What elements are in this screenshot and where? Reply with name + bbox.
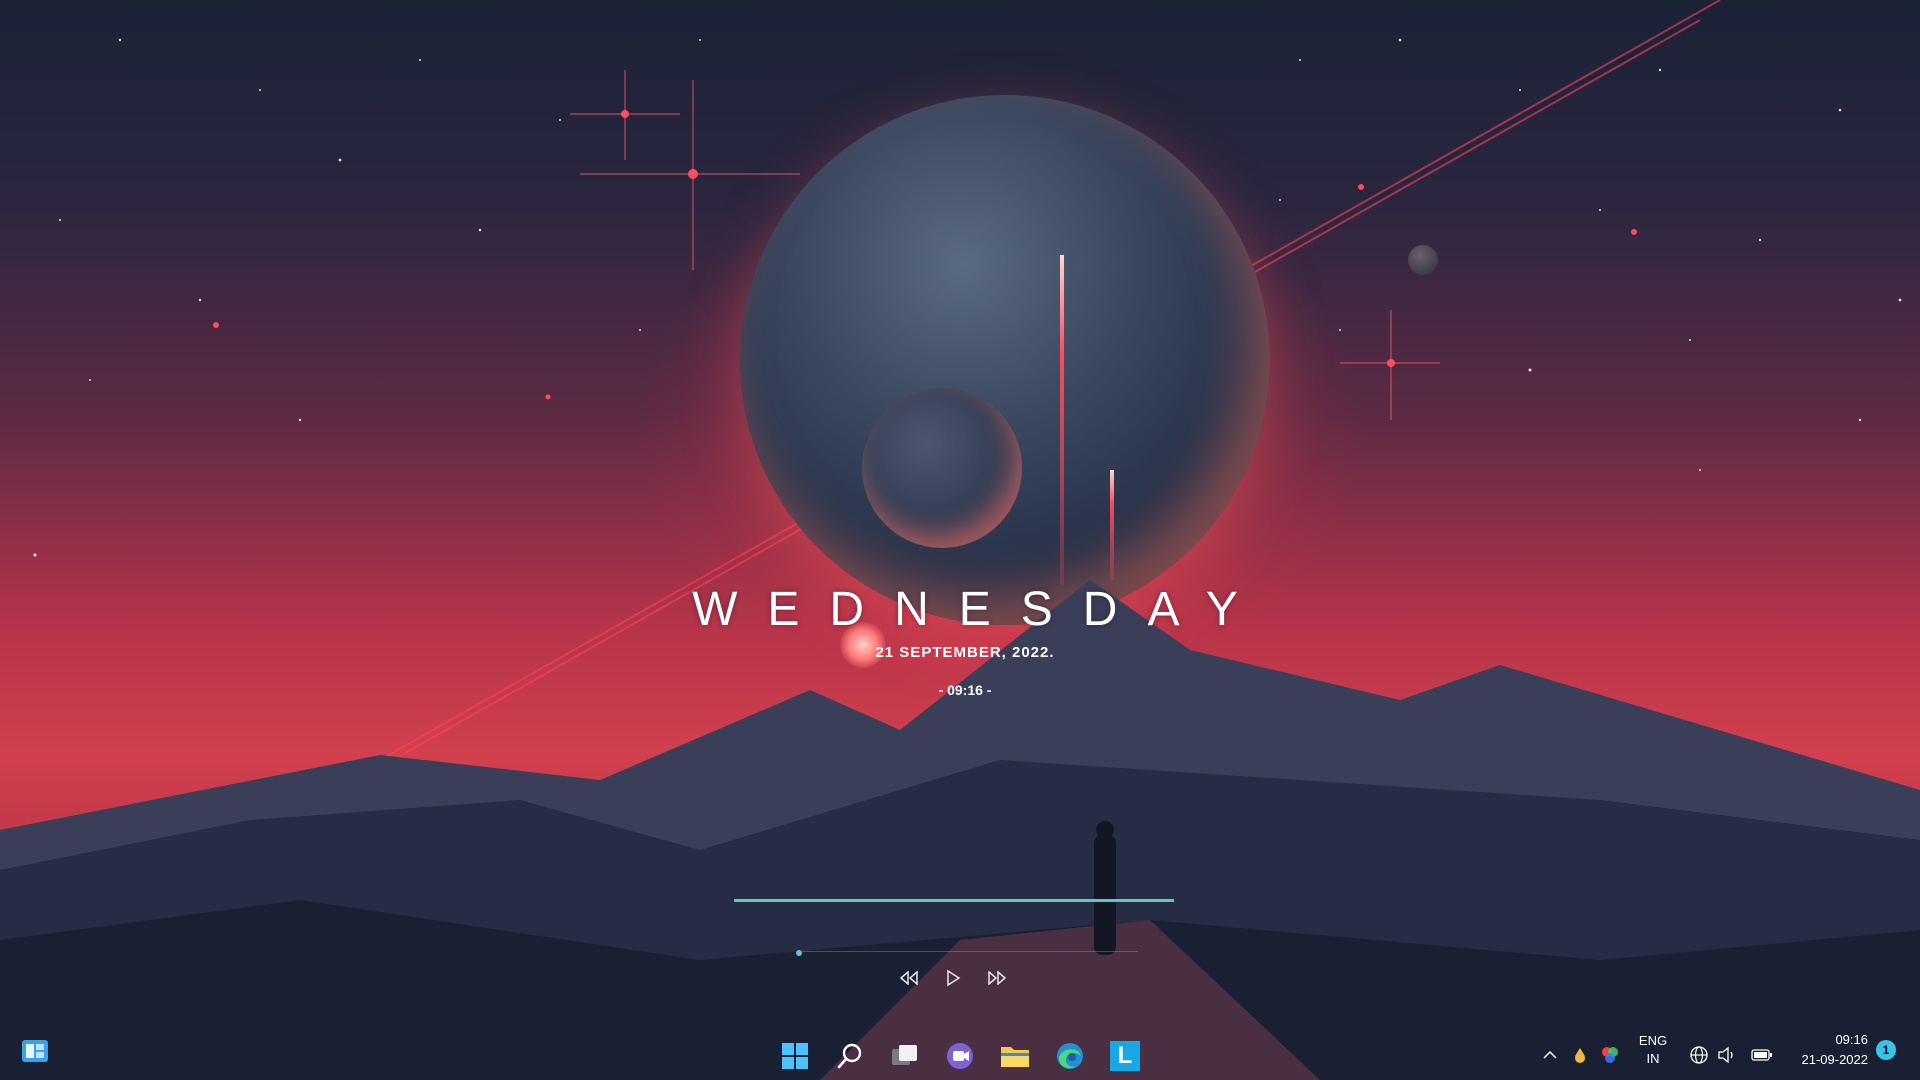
language-code: ENG — [1638, 1033, 1668, 1048]
launcher-app-button[interactable]: L — [1105, 1036, 1145, 1076]
notification-badge[interactable]: 1 — [1876, 1040, 1896, 1060]
fast-forward-icon — [988, 971, 1007, 985]
clock-time: 09:16 — [1835, 1032, 1868, 1047]
input-language-indicator[interactable]: ENG IN — [1628, 1032, 1678, 1068]
speaker-icon — [1718, 1046, 1733, 1064]
start-button[interactable] — [775, 1036, 815, 1076]
teams-chat-icon — [947, 1043, 973, 1069]
search-button[interactable] — [830, 1036, 870, 1076]
task-view-button[interactable] — [885, 1036, 925, 1076]
media-progress-bar[interactable] — [734, 899, 1174, 902]
show-hidden-icons-button[interactable] — [1538, 1040, 1562, 1070]
task-view-icon — [892, 1045, 917, 1065]
media-seek-track[interactable] — [798, 951, 1138, 952]
rewind-button[interactable] — [897, 966, 921, 990]
launcher-app-icon: L — [1110, 1041, 1140, 1071]
tray-app-color[interactable] — [1597, 1040, 1623, 1070]
edge-icon — [1057, 1043, 1083, 1069]
widget-time: - 09:16 - — [938, 682, 992, 698]
widget-date: 21 SEPTEMBER, 2022. — [875, 644, 1055, 661]
network-button[interactable] — [1686, 1040, 1712, 1070]
chevron-up-icon — [1543, 1050, 1557, 1059]
file-explorer-button[interactable] — [995, 1036, 1035, 1076]
clock-date: 21-09-2022 — [1801, 1052, 1869, 1067]
folder-icon — [1001, 1047, 1029, 1067]
battery-icon — [1751, 1049, 1772, 1061]
play-button[interactable] — [941, 966, 965, 990]
mountain-range — [0, 580, 1920, 1080]
day-title: WEDNESDAY — [692, 583, 1268, 636]
play-icon — [947, 969, 961, 987]
fast-forward-button[interactable] — [985, 966, 1009, 990]
edge-button[interactable] — [1050, 1036, 1090, 1076]
windows-logo-icon — [782, 1043, 808, 1069]
volume-button[interactable] — [1714, 1040, 1740, 1070]
search-icon — [837, 1043, 862, 1069]
taskbar-clock[interactable]: 09:16 21-09-2022 — [1780, 1030, 1869, 1070]
media-seek-handle[interactable] — [796, 950, 802, 956]
tray-app-drop[interactable] — [1567, 1040, 1593, 1070]
teams-chat-button[interactable] — [940, 1036, 980, 1076]
globe-icon — [1690, 1046, 1708, 1064]
water-drop-icon — [1575, 1048, 1585, 1063]
rewind-icon — [899, 971, 918, 985]
battery-button[interactable] — [1748, 1040, 1776, 1070]
region-code: IN — [1646, 1051, 1660, 1066]
color-wheel-icon — [1602, 1047, 1618, 1063]
